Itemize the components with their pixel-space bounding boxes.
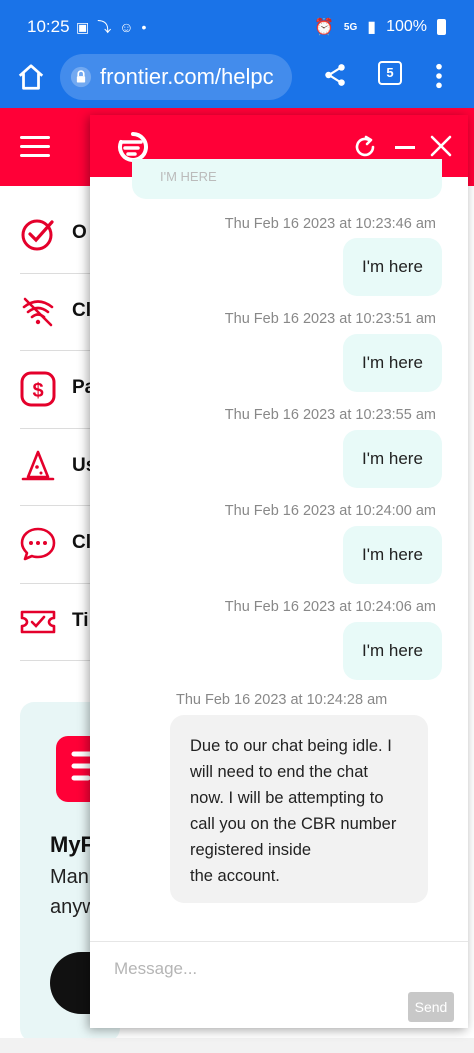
lock-icon[interactable] bbox=[70, 66, 92, 88]
battery-icon bbox=[437, 19, 446, 35]
site-menu-item[interactable]: O bbox=[20, 196, 90, 274]
message-timestamp: Thu Feb 16 2023 at 10:23:46 am bbox=[224, 216, 436, 232]
site-menu-label: O bbox=[72, 222, 87, 243]
snapchat-icon: ☺ bbox=[119, 19, 134, 35]
send-button[interactable]: Send bbox=[408, 992, 454, 1022]
url-bar[interactable]: frontier.com/helpc bbox=[60, 54, 292, 100]
promo-subtitle: Man bbox=[50, 866, 89, 888]
site-menu-item[interactable]: $ Pa bbox=[20, 351, 95, 429]
alarm-icon: ⏰ bbox=[314, 19, 334, 36]
agent-message-line: Due to our chat being idle. I bbox=[190, 737, 392, 755]
agent-message-line: registered inside bbox=[190, 841, 312, 859]
browser-toolbar: frontier.com/helpc 5 bbox=[0, 52, 474, 108]
user-message-bubble: I'm here bbox=[343, 334, 442, 392]
chat-window: I'M HERE Thu Feb 16 2023 at 10:23:46 am … bbox=[90, 115, 468, 1028]
user-message-bubble: I'm here bbox=[343, 526, 442, 584]
home-icon[interactable] bbox=[16, 62, 46, 92]
agent-message-line: now. I will be attempting to bbox=[190, 789, 384, 807]
chat-bubble-icon bbox=[20, 527, 56, 561]
message-input[interactable] bbox=[114, 952, 414, 986]
ticket-icon bbox=[20, 610, 56, 633]
message-timestamp: Thu Feb 16 2023 at 10:23:55 am bbox=[224, 407, 436, 423]
status-notification-icons: ▣ ⤵ ☺ • bbox=[76, 17, 146, 37]
check-circle-icon bbox=[21, 219, 54, 251]
user-message-bubble: I'm here bbox=[343, 238, 442, 296]
site-menu-label: Ti bbox=[72, 609, 89, 631]
hamburger-menu-icon[interactable] bbox=[20, 136, 50, 158]
refresh-icon[interactable] bbox=[353, 135, 377, 159]
user-message-bubble: I'M HERE bbox=[132, 159, 442, 199]
share-icon[interactable] bbox=[322, 62, 348, 88]
missed-call-icon: ⤵ bbox=[97, 19, 112, 35]
site-menu-item[interactable]: Cl bbox=[20, 274, 91, 351]
dot-icon: • bbox=[141, 19, 147, 35]
message-timestamp: Thu Feb 16 2023 at 10:24:06 am bbox=[224, 599, 436, 615]
tab-switcher-button[interactable]: 5 bbox=[378, 61, 402, 85]
site-menu-item[interactable]: Cl bbox=[20, 506, 91, 584]
status-time: 10:25 bbox=[27, 17, 70, 36]
promo-title: MyF bbox=[50, 832, 94, 857]
message-composer: Send bbox=[90, 941, 468, 1028]
status-bar: 10:25 ▣ ⤵ ☺ • ⏰ 5G ▮ 100% bbox=[0, 0, 474, 52]
close-icon[interactable] bbox=[430, 135, 452, 157]
gallery-icon: ▣ bbox=[76, 18, 90, 35]
site-menu-item[interactable]: Ti bbox=[20, 584, 90, 661]
signal-icon: ▮ bbox=[367, 19, 377, 36]
url-text[interactable]: frontier.com/helpc bbox=[100, 64, 274, 90]
message-timestamp: Thu Feb 16 2023 at 10:24:00 am bbox=[224, 503, 436, 519]
agent-message-line: will need to end the chat bbox=[190, 763, 368, 781]
user-message-bubble: I'm here bbox=[343, 430, 442, 488]
wifi-off-icon bbox=[22, 297, 54, 326]
svg-text:$: $ bbox=[32, 380, 43, 402]
battery-percent: 100% bbox=[386, 18, 427, 35]
site-menu-label: Cl bbox=[72, 299, 91, 321]
dollar-icon: $ bbox=[20, 371, 56, 407]
browser-chrome: 10:25 ▣ ⤵ ☺ • ⏰ 5G ▮ 100% frontier.com/h… bbox=[0, 0, 474, 108]
message-timestamp: Thu Feb 16 2023 at 10:23:51 am bbox=[224, 311, 436, 327]
site-menu-item[interactable]: Us bbox=[20, 429, 96, 506]
site-menu: O Cl $ Pa Us Cl Ti bbox=[20, 196, 96, 661]
nav-bar-area bbox=[0, 1038, 474, 1053]
user-message-bubble: I'm here bbox=[343, 622, 442, 680]
wizard-hat-icon bbox=[21, 450, 55, 480]
message-timestamp: Thu Feb 16 2023 at 10:24:28 am bbox=[176, 692, 388, 708]
agent-message-line: call you on the CBR number bbox=[190, 815, 397, 833]
agent-message-bubble: Due to our chat being idle. I will need … bbox=[170, 715, 428, 903]
status-right: ⏰ 5G ▮ 100% bbox=[314, 17, 446, 37]
agent-message-line: the account. bbox=[190, 867, 280, 885]
site-menu-label: Cl bbox=[72, 532, 91, 553]
minimize-icon[interactable] bbox=[395, 146, 415, 149]
partial-message-text: I'M HERE bbox=[160, 169, 217, 184]
network-label: 5G bbox=[343, 21, 358, 33]
more-vert-icon[interactable] bbox=[432, 62, 446, 90]
